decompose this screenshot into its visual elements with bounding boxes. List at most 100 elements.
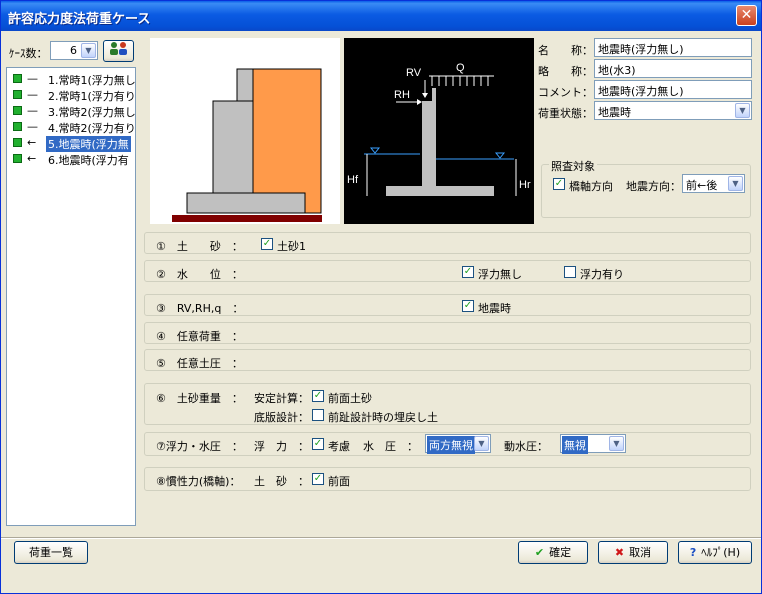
name-field[interactable]: 地震時(浮力無し) <box>594 38 752 57</box>
q-label: Q <box>456 62 465 74</box>
water-pressure-value: 両方無視 <box>427 436 475 454</box>
row-arbitrary-load-label: ④ 任意荷重 ： <box>156 330 243 343</box>
no-buoyancy-checkbox[interactable] <box>462 266 474 278</box>
node-icon <box>13 74 22 83</box>
inertia-soil-label: 土 砂 ： <box>254 475 309 488</box>
chevron-down-icon: ▼ <box>735 103 750 118</box>
soil1-label: 土砂1 <box>277 240 306 253</box>
case-edit-button[interactable] <box>103 40 134 62</box>
seismic-checkbox[interactable] <box>462 300 474 312</box>
soil-block <box>252 68 322 214</box>
bridge-axis-checkbox[interactable] <box>553 178 565 190</box>
node-icon <box>13 138 22 147</box>
cross-icon: ✖ <box>614 546 625 559</box>
rv-label: RV <box>406 67 422 79</box>
load-list-label: 荷重一覧 <box>29 546 73 559</box>
help-label: ﾍﾙﾌﾟ(H) <box>701 546 741 559</box>
dialog-window: 許容応力度法荷重ケース ✕ ｹｰｽ数： 6 ▼ — 1.常時1(浮力無し — 2… <box>0 0 762 594</box>
tree-item-label: 6.地震時(浮力有 <box>48 154 129 167</box>
tree-connector: ← <box>27 136 37 149</box>
soil1-checkbox[interactable] <box>261 238 273 250</box>
row-rv-label: ③ RV,RH,q ： <box>156 302 244 315</box>
ok-button[interactable]: ✔ 確定 <box>518 541 588 564</box>
close-button[interactable]: ✕ <box>736 5 757 26</box>
structure-diagram <box>150 38 340 224</box>
load-diagram: Q RV RH Hf Hr <box>344 38 534 224</box>
bottom-divider <box>1 537 761 539</box>
buoyancy-item-label: 浮 力 ： <box>254 440 309 453</box>
backfill-checkbox[interactable] <box>312 409 324 421</box>
chevron-down-icon: ▼ <box>81 43 96 58</box>
inertia-front-label: 前面 <box>328 475 350 488</box>
front-soil-checkbox[interactable] <box>312 390 324 402</box>
tree-item-label: 1.常時1(浮力無し <box>48 74 136 87</box>
tree-item-label: 3.常時2(浮力無し <box>48 106 136 119</box>
chevron-down-icon: ▼ <box>609 436 624 451</box>
row-buoyancy-label: ⑦浮力・水圧 ： <box>156 440 243 453</box>
check-target-title: 照査対象 <box>549 158 597 174</box>
no-buoyancy-label: 浮力無し <box>478 268 522 281</box>
help-icon: ? <box>689 546 697 559</box>
seismic-label: 地震時 <box>478 302 511 315</box>
row-earth-pressure-label: ⑤ 任意土圧 ： <box>156 357 243 370</box>
quake-dir-select[interactable]: 前←後 ▼ <box>682 174 745 193</box>
row-inertia-label: ⑧慣性力(橋軸)： <box>156 475 241 488</box>
tree-item-label-selected: 5.地震時(浮力無 <box>46 136 131 152</box>
load-state-label: 荷重状態： <box>538 107 593 120</box>
comment-label: コメント： <box>538 86 593 99</box>
node-icon <box>13 154 22 163</box>
consider-label: 考慮 <box>328 440 350 453</box>
cancel-label: 取消 <box>629 546 652 559</box>
dynamic-pressure-select[interactable]: 無視 ▼ <box>560 434 626 454</box>
tree-connector: — <box>27 88 38 101</box>
ground-base <box>172 215 322 222</box>
node-icon <box>13 122 22 131</box>
chevron-down-icon: ▼ <box>728 176 743 191</box>
row-soil-weight-label: ⑥ 土砂重量 ： <box>156 392 243 405</box>
front-soil-label: 前面土砂 <box>328 392 372 405</box>
water-pressure-select[interactable]: 両方無視 ▼ <box>425 434 491 454</box>
help-button[interactable]: ? ﾍﾙﾌﾟ(H) <box>678 541 752 564</box>
hf-label: Hf <box>347 174 359 186</box>
bridge-axis-label: 橋軸方向 <box>569 180 613 193</box>
tree-connector: ← <box>27 152 37 165</box>
cancel-button[interactable]: ✖ 取消 <box>598 541 668 564</box>
tree-item-label: 4.常時2(浮力有り <box>48 122 136 135</box>
water-pressure-label: 水 圧 ： <box>363 440 418 453</box>
tree-connector: — <box>27 120 38 133</box>
dynamic-pressure-label: 動水圧： <box>504 440 548 453</box>
ok-label: 確定 <box>549 546 572 559</box>
buoyancy-checkbox[interactable] <box>564 266 576 278</box>
comment-field[interactable]: 地震時(浮力無し) <box>594 80 752 99</box>
people-icon <box>109 42 127 55</box>
consider-buoyancy-checkbox[interactable] <box>312 438 324 450</box>
case-count-select[interactable]: 6 ▼ <box>50 41 98 60</box>
rh-label: RH <box>394 89 410 101</box>
tree-connector: — <box>27 72 38 85</box>
load-list-button[interactable]: 荷重一覧 <box>14 541 88 564</box>
tree-item-label: 2.常時1(浮力有り <box>48 90 136 103</box>
buoyancy-label: 浮力有り <box>580 268 624 281</box>
case-count-label: ｹｰｽ数： <box>9 47 48 60</box>
quake-dir-value: 前←後 <box>686 179 718 192</box>
check-icon: ✔ <box>534 546 545 559</box>
close-icon: ✕ <box>740 7 753 23</box>
load-state-value: 地震時 <box>598 106 631 119</box>
title-bar: 許容応力度法荷重ケース ✕ <box>1 1 761 31</box>
name-label: 名 称： <box>538 44 593 57</box>
abbr-field[interactable]: 地(水3) <box>594 59 752 78</box>
window-title: 許容応力度法荷重ケース <box>8 12 151 27</box>
stability-label: 安定計算： <box>254 392 309 405</box>
inertia-front-checkbox[interactable] <box>312 473 324 485</box>
chevron-down-icon: ▼ <box>474 436 489 451</box>
node-icon <box>13 106 22 115</box>
quake-dir-label: 地震方向： <box>626 180 681 193</box>
row-water-label: ② 水 位 ： <box>156 268 243 281</box>
backfill-label: 前趾設計時の埋戻し土 <box>328 411 438 424</box>
hr-label: Hr <box>519 179 531 191</box>
load-state-select[interactable]: 地震時 ▼ <box>594 101 752 120</box>
case-count-value: 6 <box>70 44 77 57</box>
dynamic-pressure-value: 無視 <box>562 436 588 454</box>
tree-connector: — <box>27 104 38 117</box>
case-tree[interactable]: — 1.常時1(浮力無し — 2.常時1(浮力有り — 3.常時2(浮力無し —… <box>6 67 136 526</box>
